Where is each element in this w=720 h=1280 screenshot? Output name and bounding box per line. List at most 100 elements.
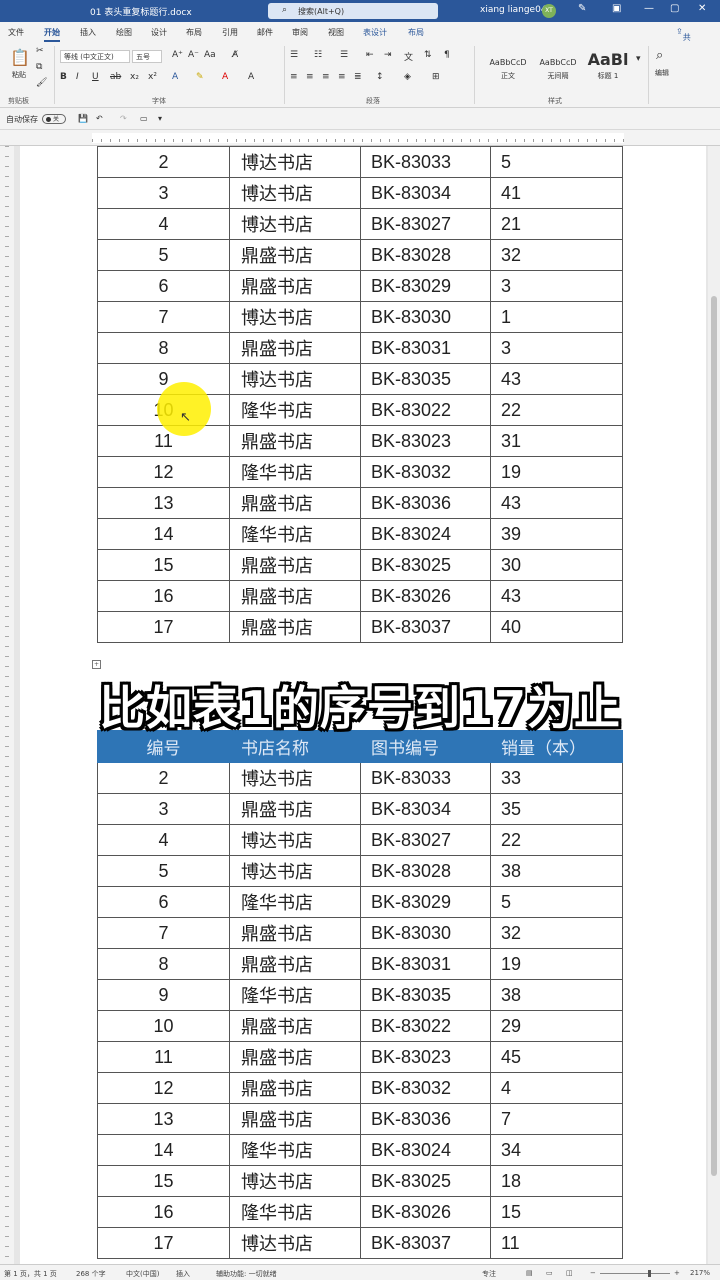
tab-view[interactable]: 视图 xyxy=(328,27,344,38)
cell-qty[interactable]: 38 xyxy=(490,855,623,887)
tab-table-design[interactable]: 表设计 xyxy=(363,27,387,38)
cell-qty[interactable]: 3 xyxy=(490,270,623,302)
bold-icon[interactable]: B xyxy=(60,72,67,82)
sort-icon[interactable]: ⇅ xyxy=(424,50,432,60)
cell-qty[interactable]: 45 xyxy=(490,1041,623,1073)
cell-no[interactable]: 13 xyxy=(97,487,230,519)
cell-code[interactable]: BK-83032 xyxy=(360,1072,491,1104)
cell-no[interactable]: 16 xyxy=(97,1196,230,1228)
text-effects-icon[interactable]: A xyxy=(172,72,178,82)
print-preview-icon[interactable]: ▭ xyxy=(140,114,148,123)
borders-icon[interactable]: ⊞ xyxy=(432,72,440,82)
cell-qty[interactable]: 32 xyxy=(490,239,623,271)
redo-icon[interactable]: ↷ xyxy=(120,114,127,123)
cell-store[interactable]: 鼎盛书店 xyxy=(229,425,361,457)
cell-store[interactable]: 隆华书店 xyxy=(229,1196,361,1228)
shading-icon[interactable]: ◈ xyxy=(404,72,411,82)
cell-no[interactable]: 7 xyxy=(97,917,230,949)
cell-store[interactable]: 鼎盛书店 xyxy=(229,239,361,271)
cell-code[interactable]: BK-83024 xyxy=(360,518,491,550)
cell-qty[interactable]: 35 xyxy=(490,793,623,825)
cell-store[interactable]: 鼎盛书店 xyxy=(229,332,361,364)
cell-qty[interactable]: 21 xyxy=(490,208,623,240)
cell-qty[interactable]: 32 xyxy=(490,917,623,949)
cell-qty[interactable]: 29 xyxy=(490,1010,623,1042)
align-left-icon[interactable]: ≡ xyxy=(290,72,298,82)
cell-no[interactable]: 16 xyxy=(97,580,230,612)
cell-qty[interactable]: 3 xyxy=(490,332,623,364)
cell-code[interactable]: BK-83035 xyxy=(360,363,491,395)
maximize-icon[interactable]: ▢ xyxy=(670,3,679,14)
cell-store[interactable]: 隆华书店 xyxy=(229,518,361,550)
cell-code[interactable]: BK-83033 xyxy=(360,762,491,794)
search-box[interactable]: ⌕ 搜索(Alt+Q) xyxy=(268,3,438,19)
tab-draw[interactable]: 绘图 xyxy=(116,27,132,38)
cell-code[interactable]: BK-83025 xyxy=(360,549,491,581)
copy-icon[interactable]: ⧉ xyxy=(36,62,42,72)
cell-no[interactable]: 6 xyxy=(97,270,230,302)
cut-icon[interactable]: ✂ xyxy=(36,46,44,56)
cell-store[interactable]: 博达书店 xyxy=(229,855,361,887)
increase-indent-icon[interactable]: ⇥ xyxy=(384,50,392,60)
save-icon[interactable]: 💾 xyxy=(78,114,88,123)
line-spacing-icon[interactable]: ↕ xyxy=(376,72,384,82)
cell-no[interactable]: 2 xyxy=(97,146,230,178)
minimize-icon[interactable]: — xyxy=(644,3,654,14)
print-layout-icon[interactable]: ▭ xyxy=(546,1269,553,1277)
cell-store[interactable]: 博达书店 xyxy=(229,177,361,209)
cell-no[interactable]: 3 xyxy=(97,177,230,209)
cell-no[interactable]: 12 xyxy=(97,1072,230,1104)
cell-qty[interactable]: 4 xyxy=(490,1072,623,1104)
cell-code[interactable]: BK-83023 xyxy=(360,1041,491,1073)
cell-code[interactable]: BK-83031 xyxy=(360,332,491,364)
cell-store[interactable]: 博达书店 xyxy=(229,208,361,240)
cell-code[interactable]: BK-83032 xyxy=(360,456,491,488)
cell-code[interactable]: BK-83024 xyxy=(360,1134,491,1166)
cell-no[interactable]: 8 xyxy=(97,332,230,364)
italic-icon[interactable]: I xyxy=(76,72,79,82)
cell-qty[interactable]: 43 xyxy=(490,363,623,395)
superscript-icon[interactable]: x² xyxy=(148,72,157,82)
cell-code[interactable]: BK-83029 xyxy=(360,270,491,302)
align-center-icon[interactable]: ≡ xyxy=(306,72,314,82)
cell-code[interactable]: BK-83028 xyxy=(360,855,491,887)
cell-store[interactable]: 博达书店 xyxy=(229,146,361,178)
cell-qty[interactable]: 5 xyxy=(490,146,623,178)
cell-no[interactable]: 5 xyxy=(97,239,230,271)
cell-code[interactable]: BK-83022 xyxy=(360,394,491,426)
user-name[interactable]: xiang liange04 xyxy=(480,5,547,15)
customize-icon[interactable]: ▾ xyxy=(158,114,162,123)
justify-icon[interactable]: ≡ xyxy=(338,72,346,82)
grow-font-icon[interactable]: A⁺ xyxy=(172,50,183,60)
cell-qty[interactable]: 5 xyxy=(490,886,623,918)
cell-no[interactable]: 15 xyxy=(97,1165,230,1197)
font-color-icon[interactable]: A xyxy=(222,72,228,82)
cell-no[interactable]: 10 xyxy=(97,1010,230,1042)
cell-code[interactable]: BK-83035 xyxy=(360,979,491,1011)
focus-button[interactable]: 专注 xyxy=(482,1269,496,1279)
cell-no[interactable]: 11 xyxy=(97,425,230,457)
cell-no[interactable]: 6 xyxy=(97,886,230,918)
align-right-icon[interactable]: ≡ xyxy=(322,72,330,82)
zoom-out-icon[interactable]: − xyxy=(590,1269,596,1277)
cell-qty[interactable]: 11 xyxy=(490,1227,623,1259)
undo-icon[interactable]: ↶ xyxy=(96,114,103,123)
cell-code[interactable]: BK-83036 xyxy=(360,1103,491,1135)
cell-code[interactable]: BK-83028 xyxy=(360,239,491,271)
cell-store[interactable]: 隆华书店 xyxy=(229,394,361,426)
cell-qty[interactable]: 31 xyxy=(490,425,623,457)
cell-store[interactable]: 鼎盛书店 xyxy=(229,611,361,643)
cell-no[interactable]: 12 xyxy=(97,456,230,488)
pen-icon[interactable]: ✎ xyxy=(578,3,586,14)
numbering-icon[interactable]: ☷ xyxy=(314,50,322,60)
cell-no[interactable]: 13 xyxy=(97,1103,230,1135)
strikethrough-icon[interactable]: ab xyxy=(110,72,121,82)
cell-no[interactable]: 4 xyxy=(97,824,230,856)
cell-no[interactable]: 9 xyxy=(97,979,230,1011)
cell-no[interactable]: 17 xyxy=(97,1227,230,1259)
cell-store[interactable]: 鼎盛书店 xyxy=(229,580,361,612)
cell-qty[interactable]: 43 xyxy=(490,487,623,519)
cell-qty[interactable]: 1 xyxy=(490,301,623,333)
cell-qty[interactable]: 7 xyxy=(490,1103,623,1135)
cell-code[interactable]: BK-83036 xyxy=(360,487,491,519)
